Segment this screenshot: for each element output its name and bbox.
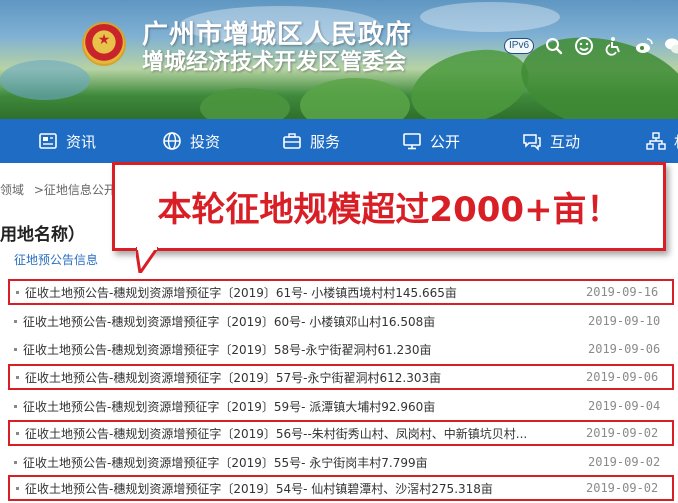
notice-title[interactable]: 征收土地预公告-穗规划资源增预征字〔2019〕60号- 小楼镇邓山村16.508…: [23, 313, 588, 330]
bullet: [14, 460, 17, 464]
bullet: [14, 347, 17, 351]
nav-item-service[interactable]: 服务: [282, 119, 340, 163]
globe-icon: [163, 132, 181, 150]
nav-item-label: 服务: [310, 132, 341, 151]
list-item[interactable]: 征收土地预公告-穗规划资源增预征字〔2019〕54号- 仙村镇碧潭村、沙滘村27…: [8, 475, 674, 501]
banner-leaf: [0, 60, 90, 100]
breadcrumb-item[interactable]: >征地信息公开: [34, 183, 116, 197]
nav-item-label: 互动: [550, 132, 581, 151]
list-item[interactable]: 征收土地预公告-穗规划资源增预征字〔2019〕59号- 派潭镇大埔村92.960…: [8, 393, 674, 419]
nav-item-label: 公开: [430, 132, 461, 151]
notice-date: 2019-09-10: [588, 314, 661, 328]
callout-tail: [136, 247, 158, 273]
callout-text: 本轮征地规模超过2000+亩！: [157, 190, 621, 230]
news-icon: [39, 133, 57, 149]
list-item[interactable]: 征收土地预公告-穗规划资源增预征字〔2019〕61号- 小楼镇西境村村145.6…: [8, 279, 674, 305]
notice-title[interactable]: 征收土地预公告-穗规划资源增预征字〔2019〕54号- 仙村镇碧潭村、沙滘村27…: [25, 480, 586, 497]
list-item[interactable]: 征收土地预公告-穗规划资源增预征字〔2019〕60号- 小楼镇邓山村16.508…: [8, 308, 674, 334]
nav-item-public[interactable]: 公开: [402, 119, 460, 163]
weibo-icon[interactable]: [634, 36, 654, 56]
notice-title[interactable]: 征收土地预公告-穗规划资源增预征字〔2019〕59号- 派潭镇大埔村92.960…: [23, 398, 588, 415]
notice-title[interactable]: 征收土地预公告-穗规划资源增预征字〔2019〕58号-永宁街翟洞村61.230亩: [23, 341, 588, 358]
nav-item-label: 机: [674, 131, 678, 152]
notice-title[interactable]: 征收土地预公告-穗规划资源增预征字〔2019〕61号- 小楼镇西境村村145.6…: [25, 284, 586, 301]
list-item[interactable]: 征收土地预公告-穗规划资源增预征字〔2019〕55号- 永宁街岗丰村7.799亩…: [8, 449, 674, 475]
notice-date: 2019-09-06: [588, 342, 661, 356]
list-item[interactable]: 征收土地预公告-穗规划资源增预征字〔2019〕56号--朱村街秀山村、凤岗村、中…: [8, 420, 674, 446]
ipv6-badge: IPv6: [504, 38, 535, 54]
notice-date: 2019-09-02: [586, 426, 659, 440]
accessibility-icon[interactable]: [604, 36, 624, 56]
bullet: [16, 290, 19, 294]
nav-item-interact[interactable]: 互动: [522, 119, 580, 163]
notice-date: 2019-09-04: [588, 399, 661, 413]
banner-cloud: [420, 2, 560, 32]
nav-item-label: 资讯: [66, 132, 97, 151]
bullet: [14, 404, 17, 408]
briefcase-icon: [283, 133, 301, 149]
smile-icon[interactable]: [574, 36, 594, 56]
site-subtitle[interactable]: 增城经济技术开发区管委会: [142, 44, 406, 76]
header-banner: ★ 广州市增城区人民政府 增城经济技术开发区管委会 IPv6: [0, 0, 678, 119]
search-icon[interactable]: [544, 36, 564, 56]
national-emblem-icon: ★: [82, 22, 126, 66]
nav-item-org[interactable]: 机: [646, 119, 678, 163]
notice-title[interactable]: 征收土地预公告-穗规划资源增预征字〔2019〕57号-永宁街翟洞村612.303…: [25, 369, 586, 386]
notice-date: 2019-09-02: [586, 481, 659, 495]
notice-date: 2019-09-06: [586, 370, 659, 384]
list-item[interactable]: 征收土地预公告-穗规划资源增预征字〔2019〕58号-永宁街翟洞村61.230亩…: [8, 336, 674, 362]
bullet: [16, 431, 19, 435]
main-nav: 资讯 投资 服务 公开 互动: [0, 119, 678, 163]
list-item[interactable]: 征收土地预公告-穗规划资源增预征字〔2019〕57号-永宁街翟洞村612.303…: [8, 364, 674, 390]
banner-leaf: [300, 78, 410, 119]
nav-item-label: 投资: [190, 132, 221, 151]
header-tools: IPv6: [504, 36, 678, 56]
nav-item-news[interactable]: 资讯: [38, 119, 96, 163]
banner-leaf: [200, 88, 290, 119]
breadcrumb: 领域 >征地信息公开: [0, 181, 116, 198]
notice-date: 2019-09-02: [588, 455, 661, 469]
tab-pre-announcement[interactable]: 征地预公告信息: [14, 251, 98, 268]
monitor-icon: [403, 133, 421, 150]
bullet: [16, 486, 19, 490]
breadcrumb-item[interactable]: 领域: [0, 183, 24, 197]
wechat-icon[interactable]: [664, 36, 678, 56]
notice-title[interactable]: 征收土地预公告-穗规划资源增预征字〔2019〕55号- 永宁街岗丰村7.799亩: [23, 454, 588, 471]
bullet: [16, 375, 19, 379]
section-title: 用地名称）: [0, 225, 85, 245]
notice-title[interactable]: 征收土地预公告-穗规划资源增预征字〔2019〕56号--朱村街秀山村、凤岗村、中…: [25, 425, 586, 442]
chat-icon: [523, 134, 541, 151]
notice-date: 2019-09-16: [586, 285, 659, 299]
bullet: [14, 319, 17, 323]
org-icon: [646, 132, 666, 150]
callout-box: 本轮征地规模超过2000+亩！: [112, 162, 666, 251]
nav-item-invest[interactable]: 投资: [162, 119, 220, 163]
